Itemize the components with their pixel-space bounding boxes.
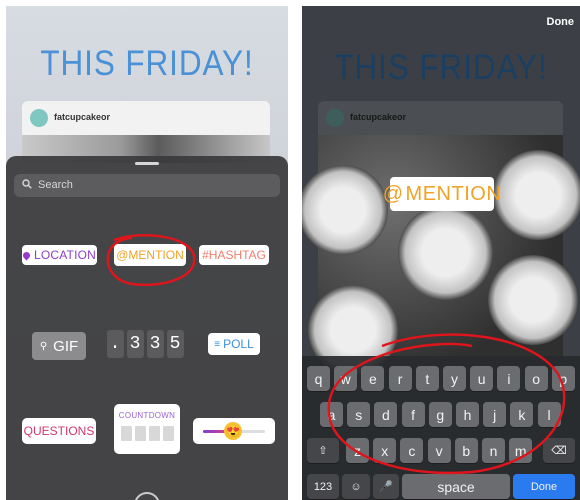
search-icon [22,179,32,189]
time-digit: 5 [166,330,184,358]
key-z[interactable]: z [346,438,369,463]
key-a[interactable]: a [320,402,343,427]
time-digit: 3 [126,330,144,358]
shutter-circle [134,492,160,500]
countdown-box [120,426,132,441]
key-m[interactable]: m [509,438,533,463]
key-y[interactable]: y [443,366,466,391]
questions-sticker-label: QUESTIONS [23,424,95,438]
countdown-box [134,426,146,441]
key-l[interactable]: l [537,402,561,427]
cupcake-liner [493,150,580,240]
gif-sticker[interactable]: ⚲ GIF [32,332,86,360]
location-sticker[interactable]: LOCATION [21,245,97,265]
shared-post-header: fatcupcakeor [318,101,563,135]
mention-text-field[interactable]: @ MENTION [383,177,501,211]
done-key[interactable]: Done [513,474,575,499]
key-i[interactable]: i [497,366,521,391]
backspace-key-icon[interactable]: ⌫ [543,438,575,463]
sticker-search-input[interactable]: Search [14,174,280,197]
sheet-grabber[interactable] [135,162,159,165]
poll-lines-icon: ≡ [214,338,221,350]
key-f[interactable]: f [401,402,425,427]
cupcake-liner [398,205,493,300]
cupcake-photo [302,135,580,375]
avatar [30,109,48,127]
key-b[interactable]: b [454,438,478,463]
key-o[interactable]: o [524,366,548,391]
key-e[interactable]: e [361,366,385,391]
key-n[interactable]: n [482,438,505,463]
poll-sticker[interactable]: ≡ POLL [208,333,260,355]
cupcake-liner [302,165,388,255]
key-h[interactable]: h [456,402,479,427]
magnifier-icon: ⚲ [39,340,48,352]
key-u[interactable]: u [470,366,494,391]
story-headline: THIS FRIDAY! [40,44,254,83]
time-digit: 3 [146,330,164,358]
post-username: fatcupcakeor [350,112,407,122]
numbers-key[interactable]: 123 [307,474,339,499]
poll-sticker-label: POLL [223,337,254,351]
key-r[interactable]: r [388,366,412,391]
mention-edit-screen: Done THIS FRIDAY! fatcupcakeor @ MENTION … [302,6,580,500]
microphone-key-icon[interactable]: 🎤 [373,474,399,499]
key-t[interactable]: t [415,366,439,391]
time-digit: . [106,330,124,358]
questions-sticker[interactable]: QUESTIONS [22,418,96,444]
shared-post-header: fatcupcakeor [22,101,270,135]
key-s[interactable]: s [347,402,371,427]
post-username: fatcupcakeor [54,112,111,122]
shift-key-icon[interactable]: ⇧ [307,438,339,463]
key-c[interactable]: c [400,438,424,463]
key-p[interactable]: p [551,366,575,391]
key-k[interactable]: k [510,402,534,427]
key-v[interactable]: v [427,438,451,463]
time-sticker[interactable]: . 3 3 5 [106,329,184,359]
countdown-sticker[interactable]: COUNTDOWN [114,404,180,454]
avatar [326,109,344,127]
heart-eyes-emoji-icon: 😍 [224,422,242,440]
key-d[interactable]: d [374,402,398,427]
countdown-boxes [120,426,174,441]
sticker-sheet: Search LOCATION @MENTION #HASHTAG ⚲ GIF … [6,156,288,500]
emoji-slider-sticker[interactable]: 😍 [193,418,275,444]
key-x[interactable]: x [373,438,397,463]
cupcake-liner [488,255,578,345]
search-placeholder: Search [38,179,73,191]
sticker-tray-screen: THIS FRIDAY! fatcupcakeor Search LOCATIO… [6,6,288,500]
location-sticker-label: LOCATION [33,248,97,262]
emoji-key-icon[interactable]: ☺ [342,474,370,499]
hashtag-sticker[interactable]: #HASHTAG [199,245,269,265]
done-button[interactable]: Done [547,16,575,28]
key-w[interactable]: w [334,366,358,391]
key-j[interactable]: j [483,402,507,427]
story-headline: THIS FRIDAY! [334,48,548,87]
mention-at-sign: @ [382,182,404,205]
gif-sticker-label: GIF [53,337,79,355]
location-pin-icon [21,250,32,260]
mention-sticker-label: @MENTION [116,248,184,262]
key-g[interactable]: g [428,402,452,427]
mention-text: MENTION [405,182,502,205]
key-q[interactable]: q [307,366,330,391]
space-key[interactable]: space [402,474,510,499]
countdown-sticker-label: COUNTDOWN [118,411,176,420]
ios-keyboard: q w e r t y u i o p a s d f g h j k l ⇧ z x c v b n m ⌫ 123 ☺ 🎤 space Do… [302,356,580,500]
mention-sticker[interactable]: @MENTION [114,244,186,266]
countdown-box [162,426,174,441]
countdown-box [148,426,160,441]
hashtag-sticker-label: #HASHTAG [202,248,266,262]
